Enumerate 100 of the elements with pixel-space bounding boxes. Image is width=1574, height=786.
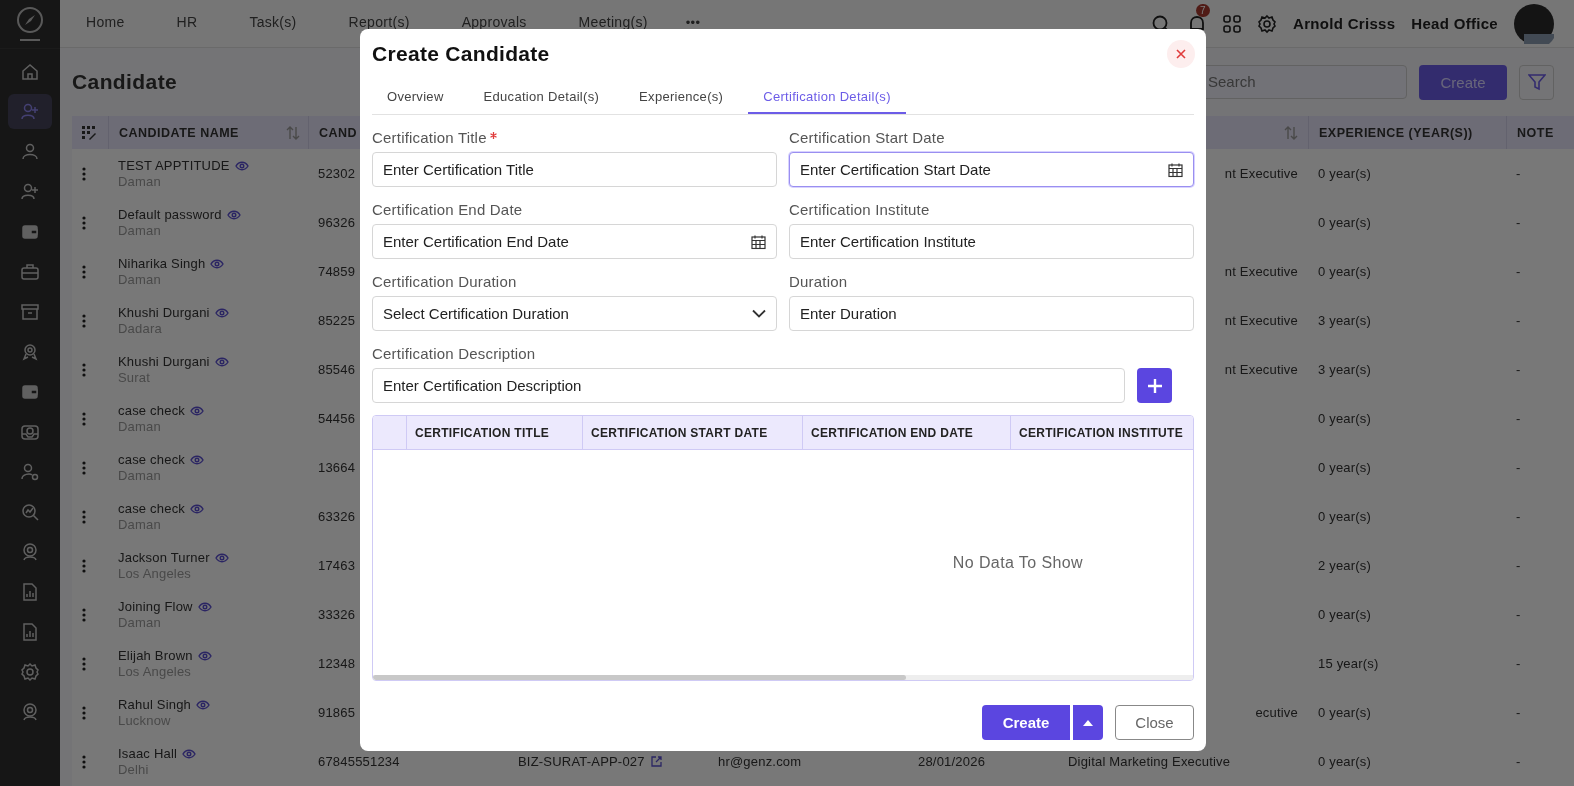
- nav-link[interactable]: Meeting(s): [578, 15, 648, 30]
- row-menu-icon[interactable]: [82, 166, 86, 181]
- eye-icon[interactable]: [182, 748, 197, 759]
- row-menu-icon[interactable]: [82, 215, 86, 230]
- filter-button[interactable]: [1519, 64, 1554, 100]
- eye-icon[interactable]: [214, 356, 229, 367]
- nav-link[interactable]: Report(s): [348, 15, 410, 30]
- tab[interactable]: Education Detail(s): [468, 81, 615, 114]
- row-menu-icon[interactable]: [82, 362, 86, 377]
- candidate-name[interactable]: case check: [118, 452, 186, 467]
- candidate-name[interactable]: Khushi Durgani: [118, 305, 210, 320]
- calendar-icon[interactable]: [1168, 162, 1183, 177]
- candidate-name[interactable]: Elijah Brown: [118, 648, 193, 663]
- eye-icon[interactable]: [190, 503, 205, 514]
- branch-name[interactable]: Head Office: [1411, 15, 1498, 32]
- row-menu-icon[interactable]: [82, 558, 86, 573]
- horizontal-scrollbar[interactable]: [373, 675, 1193, 680]
- eye-icon[interactable]: [196, 699, 211, 710]
- candidate-name[interactable]: Joining Flow: [118, 599, 193, 614]
- settings-icon[interactable]: [1257, 13, 1278, 34]
- eye-icon[interactable]: [214, 307, 229, 318]
- nav-link[interactable]: Home: [86, 15, 125, 30]
- nav-link[interactable]: Task(s): [249, 15, 297, 30]
- nav-link[interactable]: Approvals: [461, 15, 527, 30]
- close-button[interactable]: Close: [1115, 705, 1194, 740]
- candidate-name[interactable]: Rahul Singh: [118, 697, 192, 712]
- eye-icon[interactable]: [214, 552, 229, 563]
- table-cell: -: [1516, 264, 1521, 279]
- field-label: Certification Institute: [789, 201, 930, 218]
- eye-icon[interactable]: [197, 601, 212, 612]
- table-cell: 63326: [318, 509, 356, 524]
- candidate-name[interactable]: case check: [118, 403, 186, 418]
- row-menu-icon[interactable]: [82, 705, 86, 720]
- user-name[interactable]: Arnold Crisss: [1293, 15, 1396, 32]
- eye-icon[interactable]: [197, 650, 212, 661]
- candidate-name[interactable]: case check: [118, 501, 186, 516]
- column-header: CERTIFICATION END DATE: [811, 425, 974, 440]
- input-field[interactable]: Enter Certification Institute: [789, 224, 1194, 259]
- table-cell: 85546: [318, 362, 356, 377]
- column-settings-icon[interactable]: [82, 125, 96, 140]
- add-button[interactable]: [1137, 368, 1172, 403]
- table-cell: 0 year(s): [1318, 607, 1372, 622]
- row-menu-icon[interactable]: [82, 460, 86, 475]
- table-cell: nt Executive: [1224, 264, 1298, 279]
- input-field[interactable]: Enter Certification Title: [372, 152, 777, 187]
- sort-icon[interactable]: [1284, 125, 1298, 140]
- avatar[interactable]: [1514, 3, 1554, 44]
- field-label: Certification Title: [372, 129, 487, 146]
- tab[interactable]: Experience(s): [624, 81, 739, 114]
- table-cell: 0 year(s): [1318, 411, 1372, 426]
- tab[interactable]: Certification Detail(s): [748, 81, 906, 114]
- candidate-name[interactable]: Khushi Durgani: [118, 354, 210, 369]
- column-header: EXPERIENCE (YEAR(S)): [1319, 125, 1473, 140]
- row-menu-icon[interactable]: [82, 656, 86, 671]
- field-label: Certification End Date: [372, 201, 523, 218]
- table-cell: 0 year(s): [1318, 754, 1372, 769]
- date-field[interactable]: Enter Certification Start Date: [789, 152, 1194, 187]
- row-menu-icon[interactable]: [82, 607, 86, 622]
- close-button[interactable]: [1167, 40, 1195, 68]
- calendar-icon[interactable]: [751, 234, 766, 249]
- eye-icon[interactable]: [226, 209, 241, 220]
- table-cell: nt Executive: [1224, 313, 1298, 328]
- create-button[interactable]: Create: [982, 705, 1070, 740]
- external-link-icon[interactable]: [650, 756, 662, 767]
- row-menu-icon[interactable]: [82, 313, 86, 328]
- candidate-name[interactable]: Jackson Turner: [118, 550, 210, 565]
- more-menu-button[interactable]: •••: [685, 15, 701, 30]
- row-menu-icon[interactable]: [82, 264, 86, 279]
- report-icon: [20, 581, 40, 602]
- field-label: Duration: [789, 273, 848, 290]
- eye-icon[interactable]: [234, 160, 249, 171]
- table-cell: 96326: [318, 215, 356, 230]
- table-cell: -: [1516, 705, 1521, 720]
- compass-logo-icon[interactable]: [15, 6, 45, 42]
- nav-link[interactable]: HR: [176, 15, 198, 30]
- date-field[interactable]: Enter Certification End Date: [372, 224, 777, 259]
- person-ring-icon: [20, 541, 40, 562]
- row-menu-icon[interactable]: [82, 411, 86, 426]
- candidate-name[interactable]: Default password: [118, 207, 222, 222]
- tab[interactable]: Overview: [372, 81, 459, 114]
- chevron-down-icon[interactable]: [752, 309, 766, 318]
- row-menu-icon[interactable]: [82, 754, 86, 769]
- sidebar-item[interactable]: [8, 94, 52, 129]
- sort-icon[interactable]: [286, 125, 300, 140]
- table-cell: 91865: [318, 705, 356, 720]
- table-cell: -: [1516, 509, 1521, 524]
- more-options-button[interactable]: [1073, 705, 1103, 740]
- candidate-name[interactable]: Isaac Hall: [118, 746, 178, 761]
- dropdown[interactable]: Select Certification Duration: [372, 296, 777, 331]
- candidate-name[interactable]: TEST APPTITUDE: [118, 158, 230, 173]
- input-field[interactable]: Enter Certification Description: [372, 368, 1125, 403]
- eye-icon[interactable]: [190, 454, 205, 465]
- filter-icon: [1527, 73, 1546, 91]
- input-field[interactable]: Enter Duration: [789, 296, 1194, 331]
- apps-grid-icon[interactable]: [1223, 14, 1242, 33]
- eye-icon[interactable]: [190, 405, 205, 416]
- application-link[interactable]: BIZ-SURAT-APP-027: [518, 754, 645, 769]
- eye-icon[interactable]: [210, 258, 225, 269]
- candidate-name[interactable]: Niharika Singh: [118, 256, 206, 271]
- row-menu-icon[interactable]: [82, 509, 86, 524]
